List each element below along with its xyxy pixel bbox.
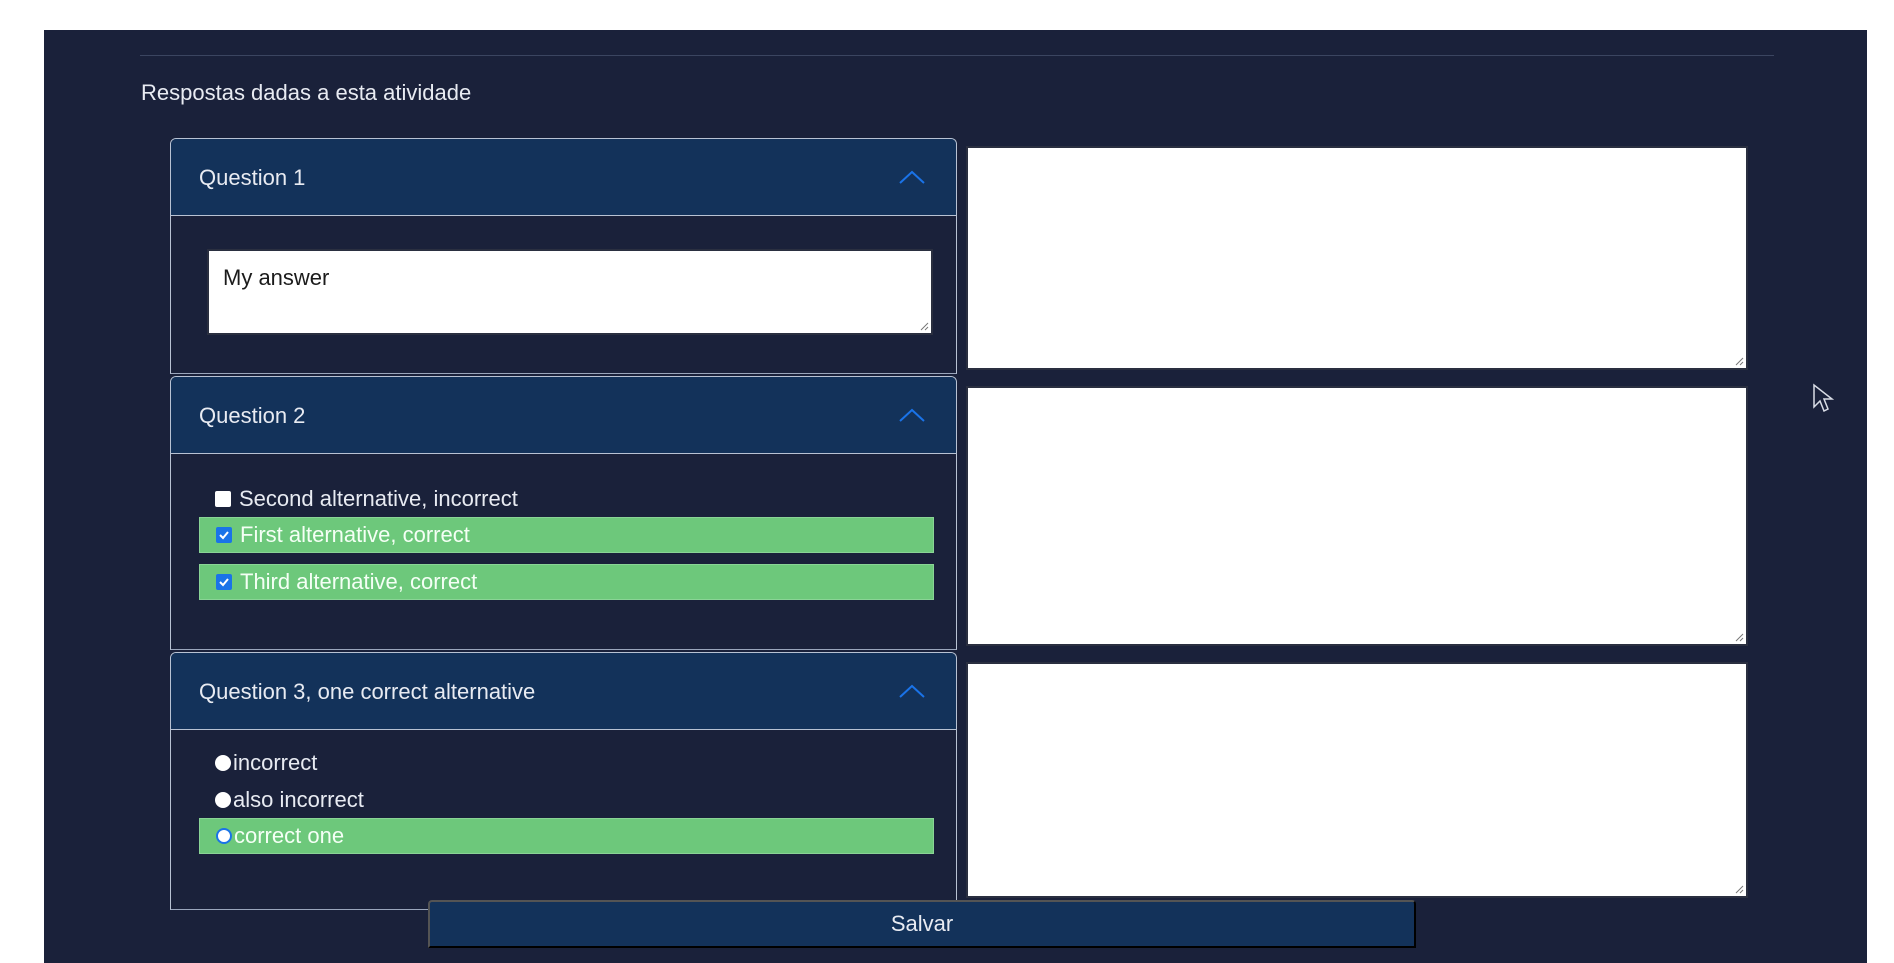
section-title: Respostas dadas a esta atividade (141, 80, 472, 105)
question-title: Question 2 (199, 403, 306, 428)
radio-button[interactable] (215, 755, 231, 771)
question-card-2: Question 2 Second alternative, incorrect… (170, 376, 957, 650)
option-label: correct one (234, 823, 345, 848)
option-row[interactable]: also incorrect (199, 782, 934, 818)
option-row[interactable]: incorrect (199, 745, 934, 781)
question-title: Question 1 (199, 165, 306, 190)
divider (140, 55, 1774, 56)
resize-grip-icon[interactable] (1734, 356, 1744, 366)
checkmark-icon (219, 531, 229, 540)
question-header[interactable]: Question 1 (171, 139, 956, 216)
checkbox-checked[interactable] (216, 574, 232, 590)
checkbox-checked[interactable] (216, 527, 232, 543)
option-row-correct[interactable]: First alternative, correct (199, 517, 934, 553)
question-title: Question 3, one correct alternative (199, 679, 536, 704)
option-row-correct[interactable]: Third alternative, correct (199, 564, 934, 600)
option-label: Third alternative, correct (240, 569, 478, 594)
resize-grip-icon[interactable] (919, 321, 929, 331)
cursor-icon (1813, 383, 1834, 413)
chevron-up-icon[interactable] (898, 405, 926, 425)
question-card-1: Question 1 My answer (170, 138, 957, 374)
option-label: incorrect (233, 750, 318, 775)
chevron-up-icon[interactable] (898, 167, 926, 187)
resize-grip-icon[interactable] (1734, 884, 1744, 894)
option-label: First alternative, correct (240, 522, 470, 547)
question-card-3: Question 3, one correct alternative inco… (170, 652, 957, 910)
chevron-up-icon[interactable] (898, 681, 926, 701)
option-row[interactable]: Second alternative, incorrect (199, 481, 934, 517)
page-panel: Respostas dadas a esta atividade Questio… (44, 30, 1867, 963)
feedback-textarea-3[interactable] (966, 662, 1748, 898)
checkbox[interactable] (215, 491, 231, 507)
save-button[interactable]: Salvar (428, 900, 1416, 948)
question-header[interactable]: Question 2 (171, 377, 956, 454)
option-label: also incorrect (233, 787, 364, 812)
radio-button[interactable] (215, 792, 231, 808)
feedback-textarea-1[interactable] (966, 146, 1748, 370)
option-row-correct[interactable]: correct one (199, 818, 934, 854)
option-label: Second alternative, incorrect (239, 486, 518, 511)
checkmark-icon (219, 578, 229, 587)
answer-textarea[interactable]: My answer (207, 249, 933, 335)
feedback-textarea-2[interactable] (966, 386, 1748, 646)
resize-grip-icon[interactable] (1734, 632, 1744, 642)
radio-button-selected[interactable] (216, 828, 232, 844)
answer-text: My answer (223, 265, 330, 290)
question-header[interactable]: Question 3, one correct alternative (171, 653, 956, 730)
